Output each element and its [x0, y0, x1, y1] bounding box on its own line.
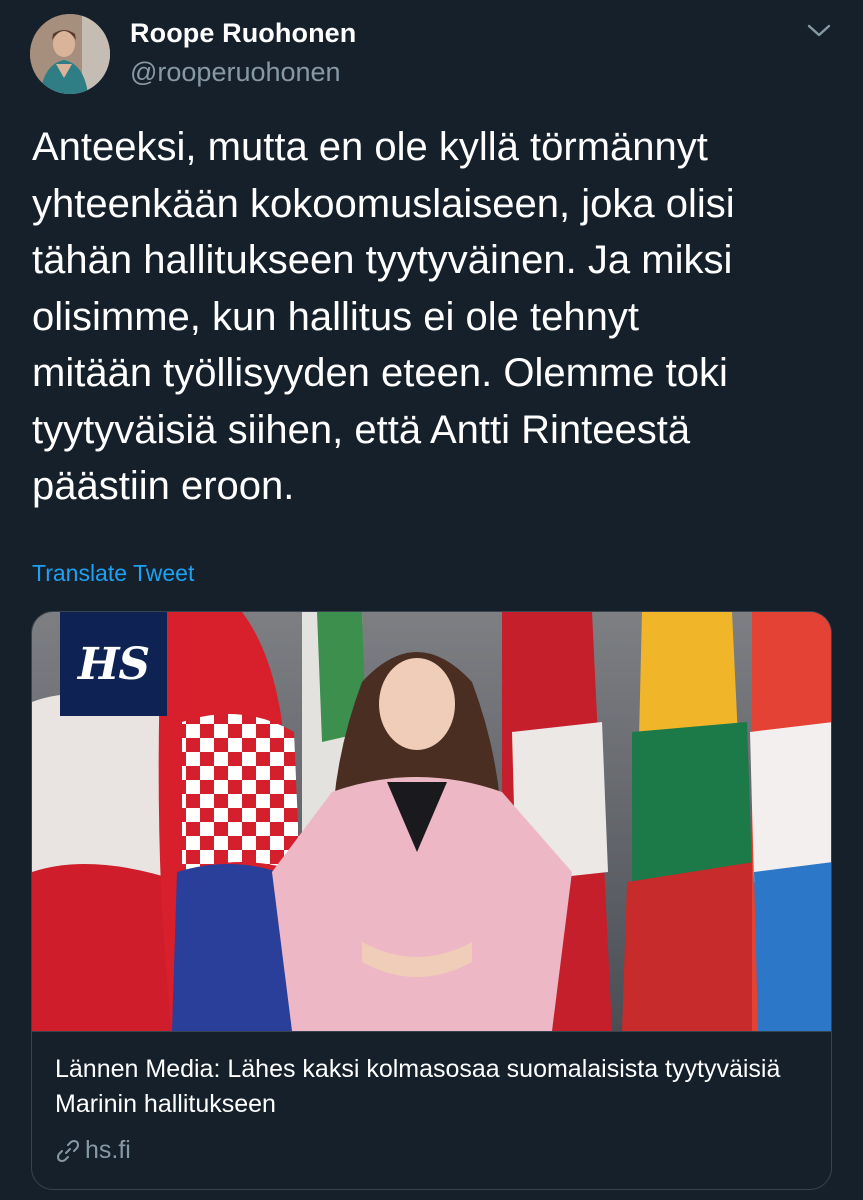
link-card[interactable]: HS Lännen Media: Lähes kaksi kolmasosaa …: [31, 611, 832, 1190]
avatar[interactable]: [30, 14, 110, 94]
author-display-name[interactable]: Roope Ruohonen: [130, 18, 356, 49]
link-card-domain-text: hs.fi: [85, 1136, 131, 1164]
link-card-domain[interactable]: hs.fi: [55, 1136, 131, 1165]
tweet[interactable]: Roope Ruohonen @rooperuohonen Anteeksi, …: [0, 0, 863, 1200]
hs-logo: HS: [60, 612, 167, 716]
link-icon: [57, 1139, 79, 1162]
tweet-text: Anteeksi, mutta en ole kyllä törmännyt y…: [32, 125, 735, 508]
link-card-image: HS: [32, 612, 831, 1031]
avatar-image: [30, 14, 110, 94]
translate-tweet-link[interactable]: Translate Tweet: [32, 560, 194, 587]
author-handle[interactable]: @rooperuohonen: [130, 57, 341, 88]
card-divider: [32, 1031, 831, 1032]
chevron-down-icon[interactable]: [806, 22, 832, 40]
link-card-title[interactable]: Lännen Media: Lähes kaksi kolmasosaa suo…: [55, 1052, 815, 1122]
